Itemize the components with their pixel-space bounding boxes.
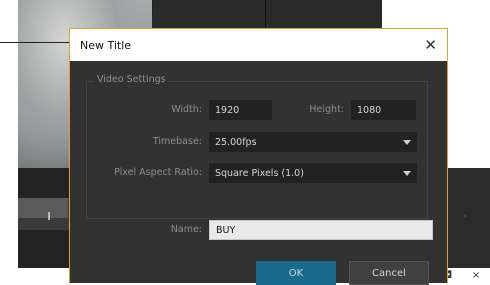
close-window-icon[interactable]: × <box>472 270 480 281</box>
chevron-down-icon <box>403 139 411 145</box>
connector-line <box>152 0 153 14</box>
timeline-clip[interactable] <box>18 198 68 218</box>
pixel-aspect-ratio-value: Square Pixels (1.0) <box>215 167 304 179</box>
timebase-dropdown[interactable]: 25.00fps <box>209 132 417 152</box>
cancel-button-label: Cancel <box>372 267 406 279</box>
timebase-value: 25.00fps <box>215 136 257 148</box>
new-title-dialog: New Title ✕ Video Settings Width: 1920 1… <box>69 28 448 285</box>
pixel-aspect-ratio-dropdown[interactable]: Square Pixels (1.0) <box>209 163 417 183</box>
width-value: 1920 <box>215 104 240 116</box>
name-input[interactable] <box>209 220 433 240</box>
height-label: Height: <box>309 104 344 115</box>
dialog-title: New Title <box>80 38 132 52</box>
timebase-label: Timebase: <box>152 136 202 147</box>
video-settings-legend: Video Settings <box>94 74 169 85</box>
cancel-button[interactable]: Cancel <box>349 261 429 285</box>
playhead-marker[interactable] <box>48 212 50 220</box>
panel-divider <box>265 0 266 30</box>
name-label: Name: <box>170 224 202 235</box>
top-panel <box>152 0 382 30</box>
ok-button[interactable]: OK <box>256 261 336 285</box>
ok-button-label: OK <box>288 267 304 279</box>
pixel-aspect-ratio-label: Pixel Aspect Ratio: <box>114 167 202 178</box>
width-label: Width: <box>171 104 202 115</box>
height-field[interactable]: 1080 <box>351 100 416 120</box>
chevron-down-icon <box>403 170 411 176</box>
dialog-titlebar: New Title ✕ <box>70 29 447 61</box>
timeline-ticks: · · · <box>446 212 473 232</box>
height-value: 1080 <box>357 104 382 116</box>
width-field[interactable]: 1920 <box>209 100 272 120</box>
connector-line <box>0 42 72 43</box>
close-icon[interactable]: ✕ <box>424 37 437 53</box>
